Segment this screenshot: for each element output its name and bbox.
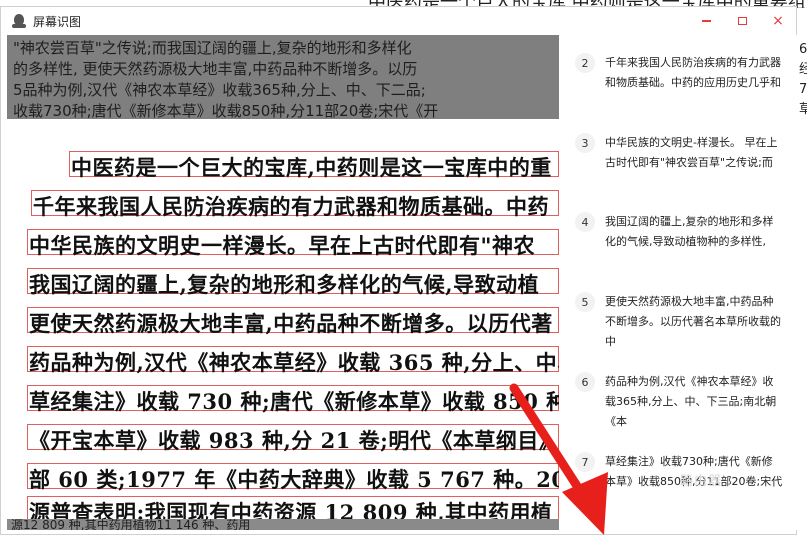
- scan-text-line: 更使天然药源极大地丰富,中药品种不断增多。以历代著: [29, 311, 553, 336]
- dimmed-bottom-region: 源12 809 种,其中药用植物11 146 种、药用: [7, 519, 559, 530]
- result-text[interactable]: 药品种为例,汉代《神农本草经》收载365种,分上、中、下三品;南北朝《本: [605, 372, 783, 432]
- background-right-column: 6 经 7 草: [797, 40, 807, 140]
- result-text[interactable]: 中华民族的文明史-样漫长。 早在上古时代即有"神农尝百草"之传说;而: [605, 133, 783, 173]
- app-logo-icon: [11, 13, 27, 29]
- result-index: 2: [575, 53, 595, 73]
- ocr-result-list[interactable]: 2 千年来我国人民防治疾病的有力武器和物质基础。中药的应用历史几乎和 3 中华民…: [561, 35, 797, 530]
- close-icon: ×: [772, 13, 784, 29]
- background-char: 经: [799, 62, 807, 77]
- dimmed-bottom-text: 源12 809 种,其中药用植物11 146 种、药用: [11, 519, 251, 530]
- window-title: 屏幕识图: [33, 14, 82, 29]
- maximize-icon: [737, 17, 747, 25]
- result-text[interactable]: 千年来我国人民防治疾病的有力武器和物质基础。中药的应用历史几乎和: [605, 53, 783, 93]
- minimize-icon: [701, 20, 711, 22]
- scan-text-line: 中华民族的文明史一样漫长。早在上古时代即有"神农: [29, 233, 535, 258]
- result-index: 4: [575, 212, 595, 232]
- result-index: 5: [575, 292, 595, 312]
- scan-text-line: 我国辽阔的疆上,复杂的地形和多样化的气候,导致动植: [29, 272, 540, 297]
- title-bar[interactable]: 屏幕识图 ×: [1, 7, 796, 35]
- scan-text-line: 中医药是一个巨大的宝库,中药则是这一宝库中的重: [71, 155, 552, 180]
- scan-text-line: 草经集注》收载 730 种;唐代《新修本草》收载 850 种,: [29, 389, 559, 414]
- background-char: 7: [799, 82, 807, 97]
- result-index: 7: [575, 452, 595, 472]
- result-index: 6: [575, 372, 595, 392]
- scan-text-line: 药品种为例,汉代《神农本草经》收载 365 种,分上、中、: [29, 350, 559, 375]
- scan-text-line: 《开宝本草》收载 983 种,分 21 卷;明代《本草纲目》收载: [29, 428, 559, 453]
- image-viewer[interactable]: "神农尝百草"之传说;而我国辽阔的疆上,复杂的地形和多样化 的多样性, 更使天然…: [7, 35, 559, 530]
- dimmed-screenshot-region: "神农尝百草"之传说;而我国辽阔的疆上,复杂的地形和多样化 的多样性, 更使天然…: [7, 35, 559, 119]
- scan-text-line: 千年来我国人民防治疾病的有力武器和物质基础。中药: [33, 194, 549, 219]
- dimmed-text-line: 的多样性, 更使天然药源极大地丰富,中药品种不断增多。以历: [13, 60, 418, 78]
- close-button[interactable]: ×: [760, 7, 796, 35]
- background-char: 6: [799, 42, 807, 57]
- result-index: 3: [575, 133, 595, 153]
- maximize-button[interactable]: [724, 7, 760, 35]
- dimmed-text-line: 5品种为例,汉代《神农本草经》收载365种,分上、中、下二品;: [13, 81, 426, 99]
- minimize-button[interactable]: [688, 7, 724, 35]
- scan-text-line: 部 60 类;1977 年《中药大辞典》收载 5 767 种。20 世纪: [29, 467, 559, 492]
- watermark: 路由器: [680, 474, 723, 489]
- background-char: 草: [799, 102, 807, 117]
- result-text[interactable]: 更使天然药源极大地丰富,中药品种不断增多。以历代著名本草所收载的中: [605, 292, 783, 352]
- dimmed-text-line: 收载730种;唐代《新修本草》收载850种,分11部20卷;宋代《开: [13, 102, 439, 119]
- dimmed-text-line: "神农尝百草"之传说;而我国辽阔的疆上,复杂的地形和多样化: [13, 39, 412, 57]
- result-text[interactable]: 我国辽阔的疆上,复杂的地形和多样化的气候,导致动植物种的多样性,: [605, 212, 783, 252]
- screen-ocr-window: 屏幕识图 × "神农尝百草"之传说;而我国辽阔的疆上,复杂的地形和多样化 的多样…: [0, 6, 797, 535]
- window-controls: ×: [688, 7, 796, 35]
